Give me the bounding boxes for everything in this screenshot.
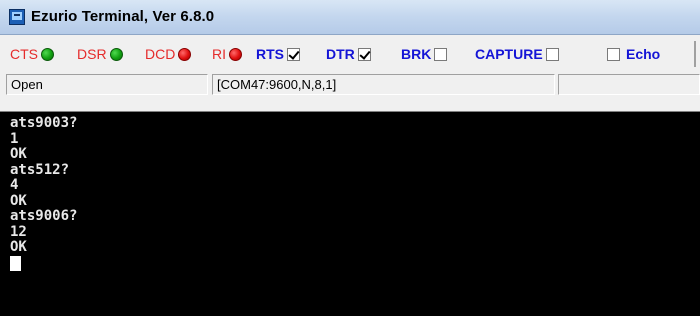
- terminal-screen[interactable]: ats9003? 1 OK ats512? 4 OK ats9006? 12 O…: [0, 112, 700, 316]
- terminal-frame: [0, 98, 700, 112]
- terminal-line: OK: [10, 192, 27, 209]
- terminal-output: ats9003? 1 OK ats512? 4 OK ats9006? 12 O…: [10, 115, 78, 272]
- echo-checkbox[interactable]: [607, 48, 620, 61]
- rts-toggle[interactable]: RTS: [256, 45, 300, 63]
- rts-label[interactable]: RTS: [256, 46, 284, 62]
- dsr-indicator: DSR: [77, 45, 123, 63]
- rts-checkbox[interactable]: [287, 48, 300, 61]
- capture-checkbox[interactable]: [545, 48, 559, 61]
- title-bar[interactable]: Ezurio Terminal, Ver 6.8.0: [0, 0, 700, 35]
- dtr-toggle[interactable]: DTR: [326, 45, 371, 63]
- echo-label[interactable]: Echo: [626, 46, 660, 62]
- terminal-line: ats9006?: [10, 208, 78, 224]
- status-bar: Open [COM47:9600,N,8,1]: [0, 71, 700, 98]
- brk-label[interactable]: BRK: [401, 46, 431, 62]
- cts-label: CTS: [10, 46, 38, 62]
- dcd-label: DCD: [145, 46, 176, 62]
- control-toolbar: CTS DSR DCD RI RTS DTR BRK CAPTURE Echo: [0, 36, 700, 70]
- toolbar-edge: [694, 41, 696, 67]
- terminal-line: 12: [10, 223, 27, 240]
- dsr-label: DSR: [77, 46, 107, 62]
- port-state-panel: Open: [6, 74, 208, 95]
- cts-led-icon: [41, 48, 54, 61]
- capture-toggle[interactable]: CAPTURE: [475, 45, 559, 63]
- capture-label[interactable]: CAPTURE: [475, 46, 543, 62]
- terminal-line: ats512?: [10, 161, 70, 178]
- ri-label: RI: [212, 46, 226, 62]
- brk-checkbox[interactable]: [434, 48, 448, 61]
- terminal-line: OK: [10, 239, 27, 255]
- status-extra-panel: [558, 74, 700, 95]
- port-settings-panel: [COM47:9600,N,8,1]: [212, 74, 555, 95]
- cts-indicator: CTS: [10, 45, 54, 63]
- dtr-label[interactable]: DTR: [326, 46, 355, 62]
- dcd-indicator: DCD: [145, 45, 192, 63]
- ri-led-icon: [229, 48, 242, 61]
- cursor-line: [10, 255, 77, 272]
- window-title: Ezurio Terminal, Ver 6.8.0: [31, 8, 215, 25]
- text-cursor: [10, 255, 21, 271]
- dsr-led-icon: [109, 48, 123, 61]
- terminal-line: 4: [10, 177, 19, 193]
- terminal-line: ats9003?: [10, 115, 78, 131]
- ri-indicator: RI: [212, 45, 242, 63]
- dcd-led-icon: [178, 48, 192, 61]
- echo-toggle[interactable]: Echo: [607, 45, 660, 63]
- app-icon[interactable]: [9, 9, 25, 25]
- terminal-line: 1: [10, 130, 19, 147]
- terminal-line: OK: [10, 146, 27, 162]
- dtr-checkbox[interactable]: [357, 48, 371, 61]
- brk-toggle[interactable]: BRK: [401, 45, 448, 63]
